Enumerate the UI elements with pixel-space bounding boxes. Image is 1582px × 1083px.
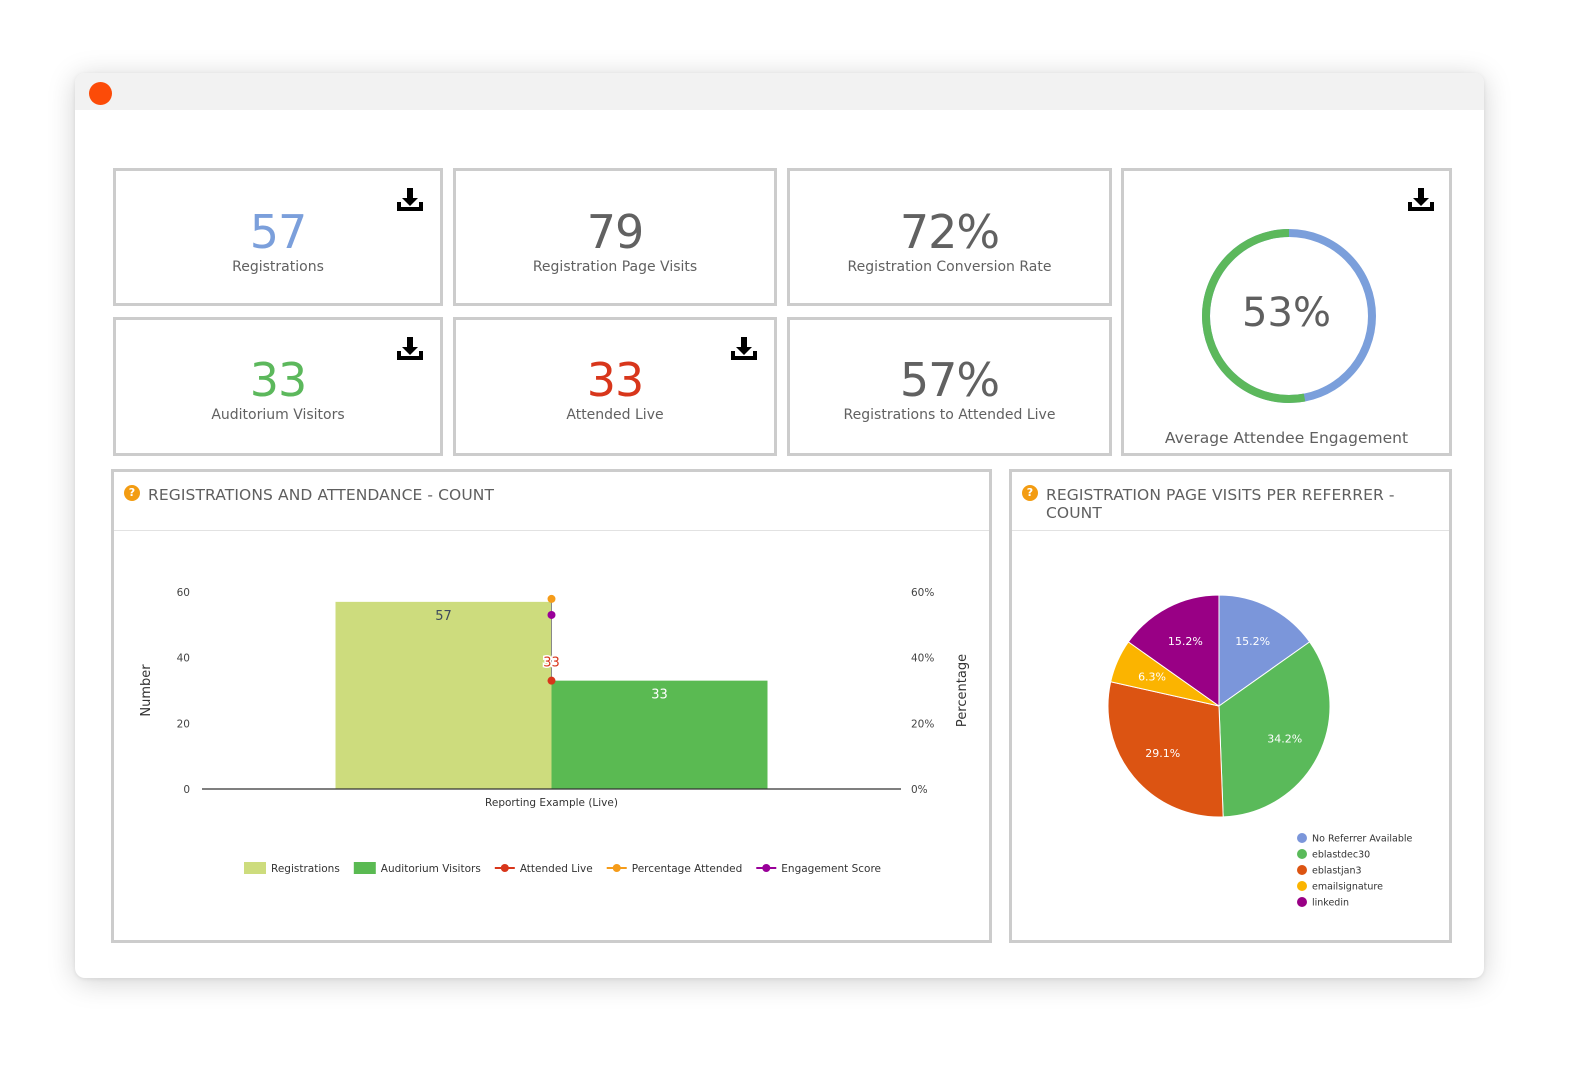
legend-label: emailsignature <box>1312 882 1383 893</box>
legend-swatch <box>244 862 266 874</box>
legend-item[interactable]: Percentage Attended <box>606 863 743 875</box>
download-icon[interactable] <box>1407 187 1435 213</box>
stat-label: Registration Page Visits <box>532 259 698 275</box>
download-icon[interactable] <box>396 187 424 213</box>
legend-item[interactable]: Engagement Score <box>756 863 881 875</box>
legend-marker <box>1297 881 1307 891</box>
referrer-pie-chart: 15.2% 34.2% 29.1% 6.3% 15.2% No Referrer Avai… <box>1107 594 1413 909</box>
legend-marker <box>612 864 621 872</box>
y-tick-label: 60 <box>177 587 190 599</box>
legend-label: Attended Live <box>520 863 593 875</box>
legend-label: linkedin <box>1312 898 1349 909</box>
legend-label: eblastjan3 <box>1312 866 1362 877</box>
stat-label: Registrations to Attended Live <box>843 407 1056 423</box>
pie-slice-label: 6.3% <box>1138 670 1166 683</box>
bar-data-label: 33 <box>651 688 668 703</box>
x-category-label: Reporting Example (Live) <box>485 797 618 809</box>
stat-value: 72% <box>899 205 1000 259</box>
legend-marker <box>1297 897 1307 907</box>
title-bar <box>75 73 1484 110</box>
legend-label: eblastdec30 <box>1312 850 1370 861</box>
panel-title: REGISTRATIONS AND ATTENDANCE - COUNT <box>148 486 495 504</box>
bar-registrations <box>335 601 552 789</box>
y-tick-label: 40 <box>177 653 190 665</box>
stat-card-auditorium-visitors: 33 Auditorium Visitors <box>113 317 443 456</box>
close-window-button[interactable] <box>89 82 112 105</box>
y2-axis-label: Percentage <box>955 654 970 727</box>
y-tick-label: 0 <box>183 784 190 796</box>
legend-item[interactable]: eblastjan3 <box>1297 865 1362 877</box>
pie-slice-label: 34.2% <box>1267 732 1302 745</box>
stat-card-attended-live: 33 Attended Live <box>453 317 777 456</box>
bar-data-label: 57 <box>435 609 452 624</box>
legend-label: Engagement Score <box>781 863 881 875</box>
stat-value: 33 <box>249 353 308 407</box>
pie-slice-label: 15.2% <box>1235 635 1270 648</box>
y2-tick-label: 60% <box>911 587 934 599</box>
y2-tick-label: 0% <box>911 784 928 796</box>
legend-item[interactable]: No Referrer Available <box>1297 833 1413 845</box>
stat-label: Auditorium Visitors <box>211 407 345 423</box>
legend-item[interactable]: Registrations <box>244 862 340 875</box>
point-engagement-score <box>547 610 556 619</box>
help-icon[interactable]: ? <box>1022 485 1038 501</box>
legend-marker <box>1297 865 1307 875</box>
y2-tick-label: 40% <box>911 653 934 665</box>
registrations-attendance-panel: ? REGISTRATIONS AND ATTENDANCE - COUNT 0… <box>111 469 992 943</box>
legend-item[interactable]: Attended Live <box>494 863 593 875</box>
legend-marker <box>1297 833 1307 843</box>
registrations-attendance-chart: 0 20 40 60 0% 20% 40% 60% Number Percentage 57 33 Re… <box>139 587 970 875</box>
legend-marker <box>500 864 509 872</box>
y-tick-label: 20 <box>177 718 190 730</box>
stat-value: 79 <box>586 205 645 259</box>
stat-value: 33 <box>586 353 645 407</box>
download-icon[interactable] <box>730 336 758 362</box>
pie-slice-label: 15.2% <box>1168 635 1203 648</box>
legend-marker <box>762 864 771 872</box>
stat-card-conversion-rate: 72% Registration Conversion Rate <box>787 168 1112 306</box>
legend-label: Percentage Attended <box>632 863 743 875</box>
point-data-label: 33 <box>543 656 560 671</box>
y-axis-label: Number <box>139 664 154 717</box>
download-icon[interactable] <box>396 336 424 362</box>
panel-title: REGISTRATION PAGE VISITS PER REFERRER - … <box>1046 486 1395 522</box>
engagement-card: 53% Average Attendee Engagement <box>1121 168 1452 456</box>
engagement-label: Average Attendee Engagement <box>1164 429 1409 447</box>
legend-swatch <box>353 862 376 874</box>
stat-label: Registrations <box>232 259 324 275</box>
point-attended-live <box>547 676 556 685</box>
help-icon[interactable]: ? <box>124 485 140 501</box>
y2-tick-label: 20% <box>911 718 934 730</box>
pie-slice-label: 29.1% <box>1145 747 1180 760</box>
stat-card-registrations-to-attended: 57% Registrations to Attended Live <box>787 317 1112 456</box>
engagement-value: 53% <box>1242 290 1331 336</box>
legend-label: No Referrer Available <box>1312 834 1413 845</box>
app-window: 57 Registrations 79 Registration Page Vi… <box>75 73 1484 978</box>
legend-item[interactable]: linkedin <box>1297 897 1349 909</box>
legend-label: Auditorium Visitors <box>381 863 481 875</box>
referrer-panel: ? REGISTRATION PAGE VISITS PER REFERRER … <box>1009 469 1452 943</box>
stat-card-registrations: 57 Registrations <box>113 168 443 306</box>
legend-label: Registrations <box>271 863 340 875</box>
panel-divider <box>114 530 989 531</box>
stat-card-page-visits: 79 Registration Page Visits <box>453 168 777 306</box>
stat-value: 57 <box>249 205 308 259</box>
point-percentage-attended <box>547 594 556 603</box>
legend-marker <box>1297 849 1307 859</box>
stat-label: Attended Live <box>566 407 664 423</box>
legend-item[interactable]: Auditorium Visitors <box>353 862 481 875</box>
legend-item[interactable]: eblastdec30 <box>1297 849 1370 861</box>
stat-label: Registration Conversion Rate <box>847 259 1052 275</box>
stat-value: 57% <box>899 353 1000 407</box>
legend-item[interactable]: emailsignature <box>1297 881 1383 893</box>
panel-divider <box>1012 530 1449 531</box>
